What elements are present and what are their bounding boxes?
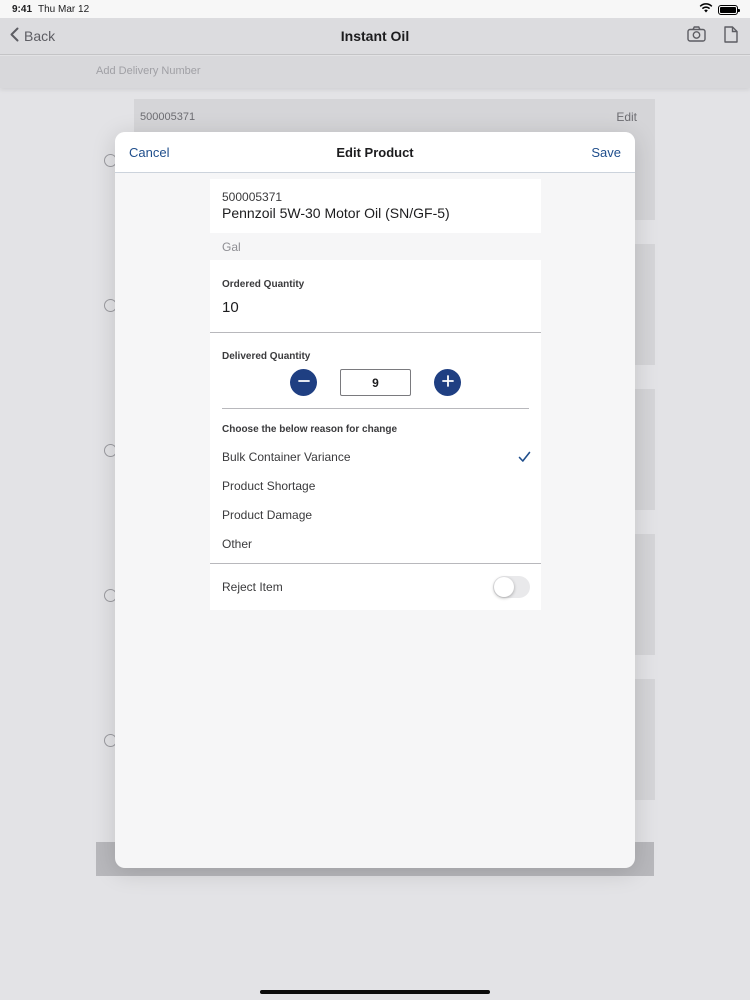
plus-icon xyxy=(441,374,454,392)
quantity-panel: Ordered Quantity 10 Delivered Quantity C… xyxy=(210,260,541,610)
reject-item-row: Reject Item xyxy=(210,564,541,610)
status-time: 9:41 xyxy=(12,4,33,15)
camera-icon[interactable] xyxy=(687,26,706,48)
status-bar: 9:41 Thu Mar 12 xyxy=(0,0,750,18)
nav-title: Instant Oil xyxy=(340,28,410,44)
minus-icon xyxy=(297,374,310,392)
reason-label: Other xyxy=(222,537,253,551)
delivered-quantity-section: Delivered Quantity xyxy=(210,333,541,409)
nav-bar: Back Instant Oil xyxy=(0,18,750,55)
status-icons xyxy=(699,3,740,16)
wifi-icon xyxy=(699,3,713,16)
nav-actions xyxy=(687,26,738,48)
product-info: 500005371 Pennzoil 5W-30 Motor Oil (SN/G… xyxy=(210,179,541,233)
status-date: Thu Mar 12 xyxy=(38,4,90,15)
delivered-quantity-input[interactable] xyxy=(340,369,411,396)
reason-option[interactable]: Other xyxy=(210,530,541,559)
edit-product-modal: Cancel Edit Product Save 500005371 Pennz… xyxy=(115,132,635,868)
toggle-knob xyxy=(494,577,514,597)
ordered-quantity-label: Ordered Quantity xyxy=(222,279,305,290)
document-icon[interactable] xyxy=(724,26,738,48)
checkmark-icon xyxy=(518,450,531,468)
decrement-button[interactable] xyxy=(290,369,317,396)
background-edit-button[interactable]: Edit xyxy=(616,110,637,124)
reject-item-label: Reject Item xyxy=(222,580,283,594)
delivery-number-placeholder: Add Delivery Number xyxy=(96,65,201,77)
battery-icon xyxy=(718,4,740,15)
delivered-quantity-label: Delivered Quantity xyxy=(222,351,311,362)
product-name: Pennzoil 5W-30 Motor Oil (SN/GF-5) xyxy=(222,205,450,221)
ordered-quantity-value: 10 xyxy=(222,299,239,316)
home-indicator xyxy=(260,990,490,994)
reason-header: Choose the below reason for change xyxy=(222,424,398,435)
reason-label: Product Damage xyxy=(222,508,313,522)
reason-label: Bulk Container Variance xyxy=(222,450,351,464)
increment-button[interactable] xyxy=(434,369,461,396)
delivery-number-bar[interactable]: Add Delivery Number xyxy=(0,56,750,88)
modal-header: Cancel Edit Product Save xyxy=(115,132,635,173)
reject-item-toggle[interactable] xyxy=(493,576,530,598)
reason-option[interactable]: Bulk Container Variance xyxy=(210,443,541,472)
reason-label: Product Shortage xyxy=(222,479,316,493)
modal-title: Edit Product xyxy=(336,145,414,160)
divider xyxy=(222,408,529,409)
unit-label: Gal xyxy=(222,240,241,254)
background-card-id: 500005371 xyxy=(140,111,196,123)
product-id: 500005371 xyxy=(222,190,283,204)
reason-option[interactable]: Product Shortage xyxy=(210,472,541,501)
save-button[interactable]: Save xyxy=(591,145,621,160)
reason-option[interactable]: Product Damage xyxy=(210,501,541,530)
